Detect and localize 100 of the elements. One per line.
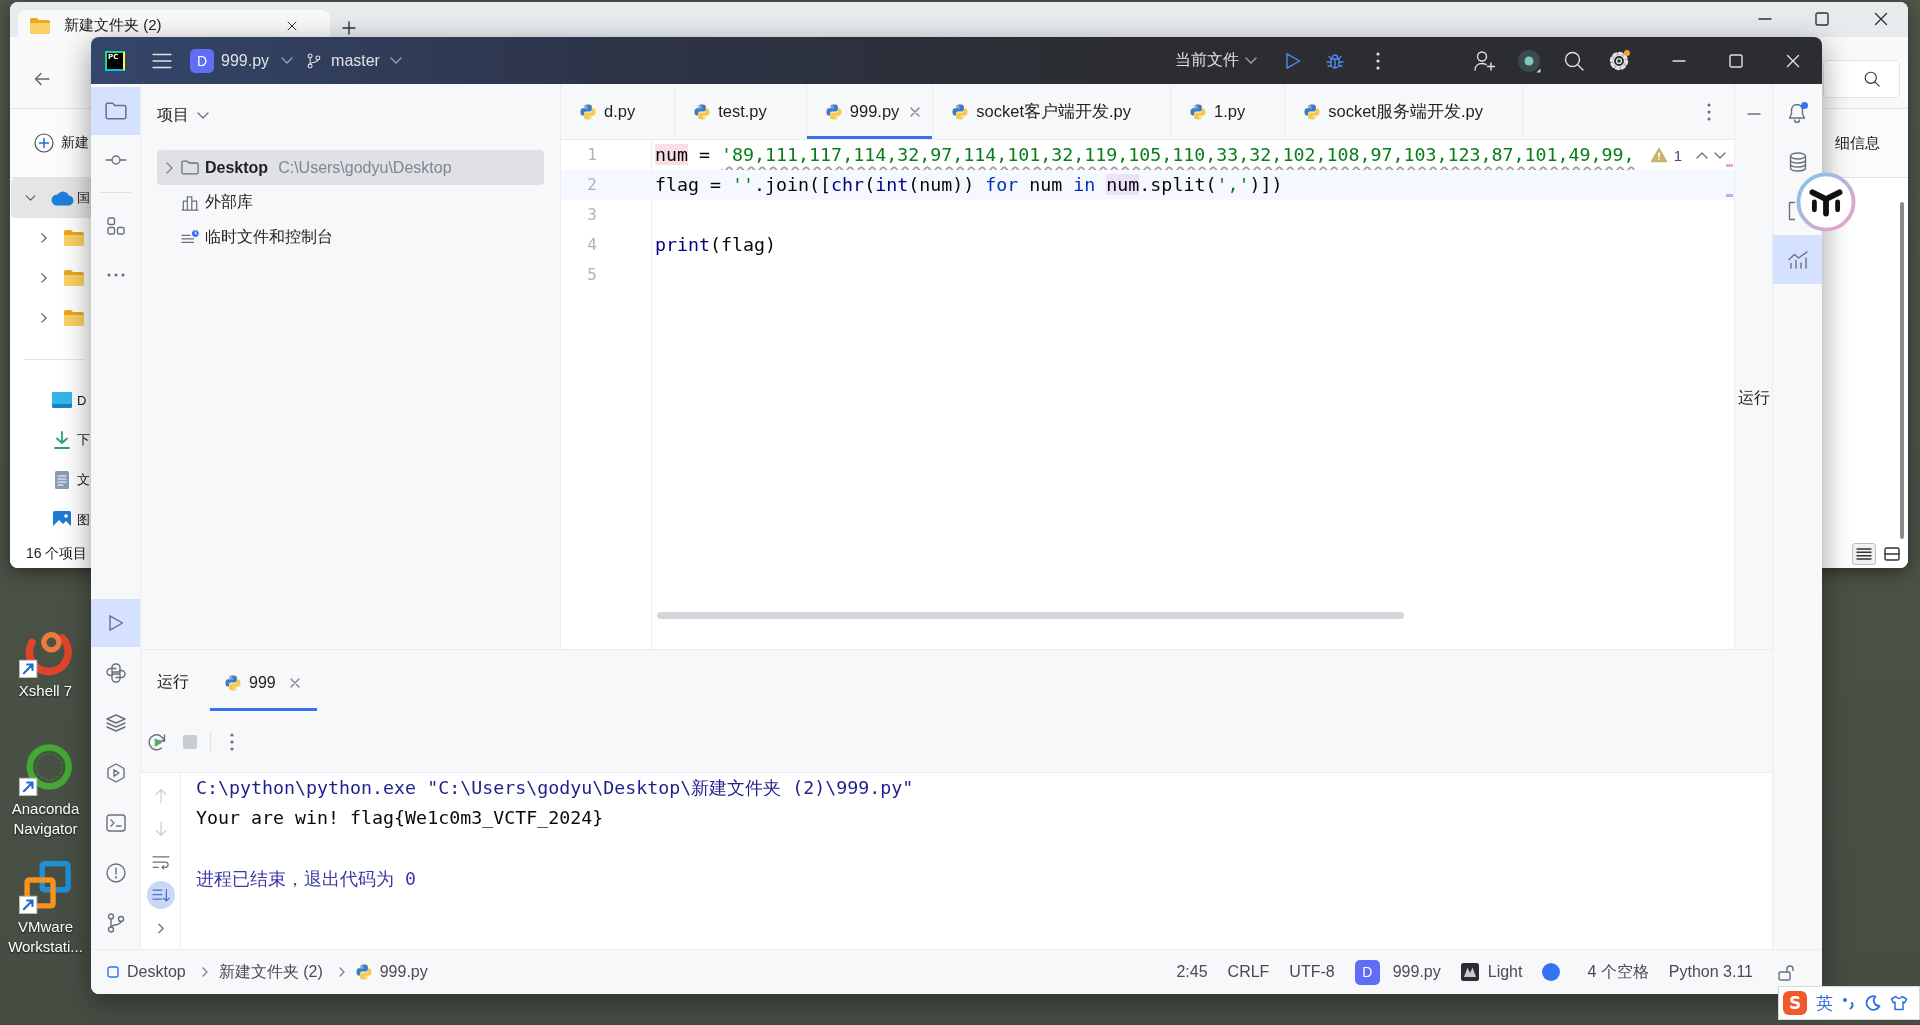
circle-icon[interactable] <box>1542 963 1561 981</box>
editor-tab[interactable]: socket服务端开发.py <box>1285 84 1523 139</box>
interpreter-selector[interactable]: Python 3.11 <box>1658 957 1763 987</box>
branch-dropdown[interactable]: master <box>307 51 402 70</box>
nav-item[interactable]: 文 <box>11 460 91 500</box>
line-separator-selector[interactable]: CRLF <box>1217 957 1280 987</box>
shortcut-label[interactable]: VMware Workstati... <box>0 917 91 957</box>
nav-item[interactable]: 图 <box>11 500 91 540</box>
tool-window-button[interactable] <box>91 599 140 647</box>
nav-item[interactable]: 下 <box>11 420 91 460</box>
minimize-icon[interactable] <box>1746 113 1761 115</box>
input-mode-toggle[interactable]: 英 <box>1816 991 1833 1015</box>
soft-wrap-icon <box>151 854 170 870</box>
play-icon <box>107 614 124 632</box>
editor-tab[interactable]: test.py <box>675 84 807 139</box>
chevron-down-icon[interactable] <box>24 195 36 201</box>
hexagon-play-icon[interactable] <box>105 763 126 783</box>
encoding-selector[interactable]: UTF-8 <box>1279 957 1345 987</box>
ring-logo-icon[interactable] <box>1796 172 1856 232</box>
console-tool-button[interactable] <box>146 881 175 909</box>
project-selector[interactable]: D 999.py <box>1344 957 1451 987</box>
tree-item[interactable]: Desktop C:\Users\godyu\Desktop <box>157 150 544 185</box>
indent-selector[interactable]: 4 个空格 <box>1577 957 1659 987</box>
structure-icon[interactable] <box>106 217 125 235</box>
run-configuration-dropdown[interactable]: 当前文件 <box>1167 50 1265 71</box>
run-tab[interactable]: 999 <box>210 654 317 711</box>
shirt-icon[interactable] <box>1890 995 1908 1011</box>
layers-icon[interactable] <box>105 714 126 732</box>
breadcrumb-item[interactable]: 新建文件夹 (2) <box>218 961 323 983</box>
terminal-icon[interactable] <box>105 814 126 832</box>
branch-icon[interactable] <box>106 913 125 933</box>
details-button[interactable]: 细信息 <box>1835 133 1880 153</box>
python-icon <box>580 103 596 120</box>
maximize-icon[interactable] <box>1815 12 1829 26</box>
tiles-view-icon <box>1884 547 1900 561</box>
database-icon[interactable] <box>1788 151 1807 172</box>
play-icon[interactable] <box>1285 51 1301 70</box>
editor-tab[interactable]: 999.py <box>806 84 934 139</box>
bell-icon[interactable] <box>1787 102 1808 123</box>
bracket-icon[interactable] <box>1788 200 1795 221</box>
chevron-down-icon[interactable] <box>1714 151 1726 159</box>
shortcut-label[interactable]: Xshell 7 <box>18 681 73 701</box>
editor-tab[interactable]: socket客户端开发.py <box>933 84 1172 139</box>
editor-tab[interactable]: 1.py <box>1171 84 1286 139</box>
editor-tab[interactable]: d.py <box>561 84 676 139</box>
overlapping-squares-icon[interactable] <box>18 860 73 914</box>
rerun-icon[interactable] <box>147 731 167 752</box>
chevron-up-icon[interactable] <box>1696 151 1708 159</box>
new-button[interactable]: 新建 <box>34 133 89 153</box>
project-badge: D <box>190 48 214 73</box>
moon-icon[interactable] <box>1865 995 1881 1011</box>
theme-selector[interactable]: Light <box>1450 957 1533 987</box>
search-field[interactable] <box>1823 59 1900 98</box>
horizontal-scrollbar[interactable] <box>657 612 1404 619</box>
python-icon <box>694 103 711 120</box>
breadcrumb-item[interactable]: 999.py <box>355 963 428 981</box>
scroll-to-end-icon <box>151 887 170 903</box>
project-view-dropdown[interactable]: 项目 <box>157 104 209 126</box>
module-icon <box>107 966 119 978</box>
chevron-right-icon[interactable] <box>41 313 47 323</box>
python-console-icon[interactable] <box>105 663 126 683</box>
exclamation-circle-icon[interactable] <box>105 863 126 883</box>
more-icon[interactable] <box>230 732 234 751</box>
close-icon[interactable] <box>287 20 297 31</box>
tool-window-label: 运行 <box>1737 388 1770 408</box>
nav-item[interactable]: 国 <box>11 178 91 218</box>
plus-icon[interactable] <box>342 21 356 35</box>
tree-item[interactable]: 外部库 <box>157 185 544 220</box>
tree-item[interactable]: 临时文件和控制台 <box>157 220 544 255</box>
view-toggle[interactable] <box>1852 543 1876 565</box>
tool-window-button[interactable] <box>91 87 140 135</box>
search-icon[interactable] <box>1564 50 1584 71</box>
chevron-right-icon[interactable] <box>165 161 173 174</box>
project-dropdown[interactable]: 999.py <box>221 51 294 70</box>
nav-item[interactable]: D <box>11 380 91 420</box>
punctuation-icon[interactable] <box>1842 996 1856 1010</box>
open-lock-icon[interactable] <box>1778 963 1794 981</box>
tool-window-title: 运行 <box>157 672 189 692</box>
download-arrow-icon <box>54 431 70 449</box>
close-icon[interactable] <box>1874 12 1888 26</box>
more-icon[interactable] <box>1707 102 1711 121</box>
chart-icon <box>1787 250 1808 269</box>
back-arrow-icon[interactable] <box>34 71 50 86</box>
explorer-tab[interactable]: 新建文件夹 (2) <box>18 10 330 37</box>
ring-icon[interactable] <box>18 742 73 796</box>
add-user-icon[interactable] <box>1474 50 1496 71</box>
dot-circle-icon[interactable] <box>1517 48 1541 73</box>
chevron-right-icon[interactable] <box>41 273 47 283</box>
more-icon[interactable] <box>106 273 125 277</box>
menu-icon[interactable] <box>152 52 172 69</box>
commit-icon[interactable] <box>104 155 127 165</box>
chevron-right-icon[interactable] <box>41 233 47 243</box>
cursor-position[interactable]: 2:45 <box>1166 957 1218 987</box>
shortcut-label[interactable]: Anaconda Navigator <box>0 799 91 839</box>
vertical-scrollbar[interactable] <box>1900 202 1904 539</box>
more-icon[interactable] <box>1376 51 1380 70</box>
settings-icon[interactable] <box>1608 49 1630 72</box>
console-line: Your are win! flag{We1c0m3_VCTF_2024} <box>196 806 604 830</box>
python-icon <box>825 103 842 120</box>
breadcrumb-item[interactable]: Desktop <box>107 963 186 981</box>
